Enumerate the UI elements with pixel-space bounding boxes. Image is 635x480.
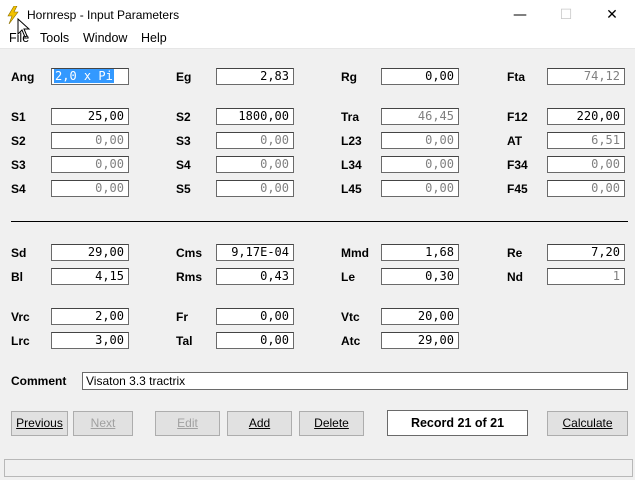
label-at: AT — [507, 134, 523, 148]
label-cms: Cms — [176, 246, 203, 260]
field-tra[interactable]: 46,45 — [381, 108, 459, 125]
field-rg[interactable]: 0,00 — [381, 68, 459, 85]
next-button[interactable]: Next — [73, 411, 133, 436]
field-lrc[interactable]: 3,00 — [51, 332, 129, 349]
menu-help[interactable]: Help — [141, 31, 167, 45]
field-l34[interactable]: 0,00 — [381, 156, 459, 173]
label-tra: Tra — [341, 110, 360, 124]
status-bar — [4, 459, 633, 477]
label-comment: Comment — [11, 374, 67, 388]
label-s2: S2 — [11, 134, 26, 148]
label-l23: L23 — [341, 134, 362, 148]
label-s4-col2: S4 — [176, 158, 191, 172]
label-tal: Tal — [176, 334, 193, 348]
label-f34: F34 — [507, 158, 528, 172]
label-f45: F45 — [507, 182, 528, 196]
label-sd: Sd — [11, 246, 27, 260]
label-fr: Fr — [176, 310, 188, 324]
field-fta[interactable]: 74,12 — [547, 68, 625, 85]
field-s5[interactable]: 0,00 — [216, 180, 294, 197]
field-cms[interactable]: 9,17E-04 — [216, 244, 294, 261]
field-eg[interactable]: 2,83 — [216, 68, 294, 85]
close-button[interactable]: ✕ — [589, 0, 635, 30]
label-rg: Rg — [341, 70, 357, 84]
label-s2-col2: S2 — [176, 110, 191, 124]
edit-button[interactable]: Edit — [155, 411, 220, 436]
label-vrc: Vrc — [11, 310, 30, 324]
calculate-button[interactable]: Calculate — [547, 411, 628, 436]
record-indicator: Record 21 of 21 — [387, 410, 528, 436]
label-le: Le — [341, 270, 356, 284]
label-fta: Fta — [507, 70, 525, 84]
field-s3[interactable]: 0,00 — [51, 156, 129, 173]
menu-tools[interactable]: Tools — [40, 31, 69, 45]
field-sd[interactable]: 29,00 — [51, 244, 129, 261]
label-s3: S3 — [11, 158, 26, 172]
field-atc[interactable]: 29,00 — [381, 332, 459, 349]
label-s4: S4 — [11, 182, 26, 196]
field-ang-value: 2,0 x Pi — [54, 69, 114, 83]
field-f12[interactable]: 220,00 — [547, 108, 625, 125]
field-mmd[interactable]: 1,68 — [381, 244, 459, 261]
label-l45: L45 — [341, 182, 362, 196]
field-le[interactable]: 0,30 — [381, 268, 459, 285]
field-f34[interactable]: 0,00 — [547, 156, 625, 173]
menu-window[interactable]: Window — [83, 31, 127, 45]
field-ang[interactable]: 2,0 x Pi — [51, 68, 129, 85]
label-bl: Bl — [11, 270, 23, 284]
field-re[interactable]: 7,20 — [547, 244, 625, 261]
previous-button[interactable]: Previous — [11, 411, 68, 436]
maximize-button[interactable]: ☐ — [543, 0, 589, 30]
field-s1[interactable]: 25,00 — [51, 108, 129, 125]
field-s2-col2[interactable]: 1800,00 — [216, 108, 294, 125]
mouse-cursor-icon — [17, 18, 31, 38]
section-divider — [11, 221, 628, 222]
field-s4-col2[interactable]: 0,00 — [216, 156, 294, 173]
field-vtc[interactable]: 20,00 — [381, 308, 459, 325]
label-rms: Rms — [176, 270, 203, 284]
field-fr[interactable]: 0,00 — [216, 308, 294, 325]
field-tal[interactable]: 0,00 — [216, 332, 294, 349]
field-s4[interactable]: 0,00 — [51, 180, 129, 197]
label-re: Re — [507, 246, 523, 260]
label-ang: Ang — [11, 70, 35, 84]
field-l45[interactable]: 0,00 — [381, 180, 459, 197]
label-eg: Eg — [176, 70, 192, 84]
label-atc: Atc — [341, 334, 361, 348]
comment-field[interactable]: Visaton 3.3 tractrix — [82, 372, 628, 390]
menu-bar: File Tools Window Help — [0, 30, 635, 49]
field-vrc[interactable]: 2,00 — [51, 308, 129, 325]
label-nd: Nd — [507, 270, 523, 284]
delete-button[interactable]: Delete — [299, 411, 364, 436]
field-rms[interactable]: 0,43 — [216, 268, 294, 285]
field-at[interactable]: 6,51 — [547, 132, 625, 149]
field-f45[interactable]: 0,00 — [547, 180, 625, 197]
field-nd[interactable]: 1 — [547, 268, 625, 285]
field-s3-col2[interactable]: 0,00 — [216, 132, 294, 149]
add-button[interactable]: Add — [227, 411, 292, 436]
field-l23[interactable]: 0,00 — [381, 132, 459, 149]
label-l34: L34 — [341, 158, 362, 172]
field-s2[interactable]: 0,00 — [51, 132, 129, 149]
label-f12: F12 — [507, 110, 528, 124]
window-title: Hornresp - Input Parameters — [27, 8, 180, 22]
title-bar: Hornresp - Input Parameters — ☐ ✕ — [0, 0, 635, 30]
label-vtc: Vtc — [341, 310, 360, 324]
label-s3-col2: S3 — [176, 134, 191, 148]
label-s5: S5 — [176, 182, 191, 196]
field-bl[interactable]: 4,15 — [51, 268, 129, 285]
minimize-button[interactable]: — — [497, 0, 543, 30]
label-mmd: Mmd — [341, 246, 369, 260]
label-s1: S1 — [11, 110, 26, 124]
label-lrc: Lrc — [11, 334, 30, 348]
